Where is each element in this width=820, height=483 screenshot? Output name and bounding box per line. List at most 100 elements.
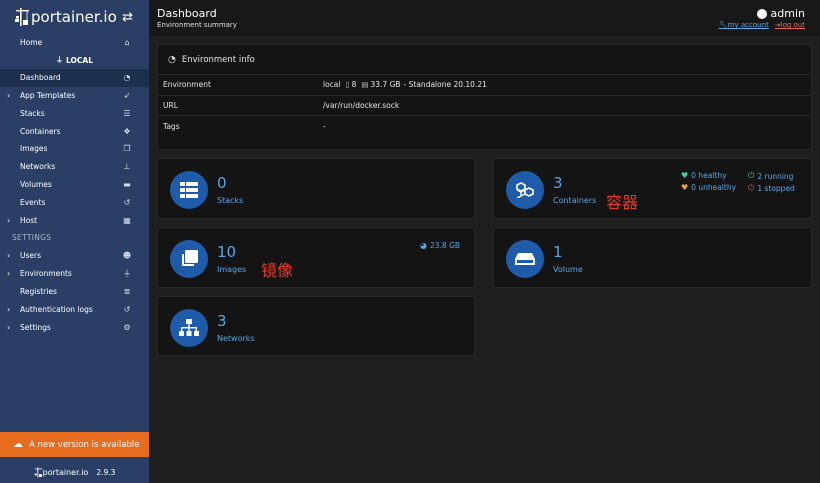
cogs-icon: ⚙ [123, 322, 131, 332]
images-size-stat: ◕ 23.8 GB [420, 241, 461, 250]
stacks-card[interactable]: 0 Stacks [157, 158, 475, 219]
images-label: Images [217, 265, 247, 274]
heartbeat-icon: ♥ [681, 183, 689, 192]
volumes-card[interactable]: 1 Volume [493, 227, 812, 288]
sidebar-item-app-templates[interactable]: › App Templates ➶ [0, 87, 149, 105]
history-icon: ↺ [123, 197, 131, 207]
row-value: local ▯ 8 ▤ 33.7 GB - Standalone 20.10.2… [323, 80, 487, 90]
sidebar-item-volumes[interactable]: Volumes ▬ [0, 176, 149, 194]
sitemap-icon: ⊥ [123, 162, 131, 172]
clone-icon: ❐ [123, 144, 131, 154]
memory-icon: ▤ [361, 80, 369, 90]
sidebar-item-host[interactable]: › Host ▦ [0, 211, 149, 229]
page-subtitle: Environment summary [157, 21, 237, 29]
crane-logo-icon [34, 466, 43, 478]
username: admin [770, 7, 805, 20]
environment-label: ⏚ LOCAL [56, 55, 93, 65]
clone-icon [170, 240, 208, 278]
sidebar-footer: portainer.io 2.9.3 [0, 461, 149, 483]
sidebar-item-stacks[interactable]: Stacks ☰ [0, 104, 149, 122]
dashboard-icon: ◔ [123, 73, 131, 83]
containers-label: Containers [553, 196, 597, 205]
database-icon: ≣ [123, 286, 131, 296]
toggle-sidebar-icon[interactable]: ⇄ [122, 10, 133, 25]
sidebar: portainer.io ⇄ Home ⌂ ⏚ LOCAL Dashboard … [0, 0, 149, 483]
containers-count: 3 [553, 174, 563, 192]
sidebar-item-home[interactable]: Home ⌂ [0, 34, 149, 52]
th-icon: ▦ [123, 215, 131, 225]
page-title: Dashboard [157, 7, 217, 20]
row-key: Environment [163, 80, 211, 90]
networks-card[interactable]: 3 Networks [157, 296, 475, 356]
portainer-logo[interactable]: portainer.io [14, 7, 117, 27]
settings-section-header: SETTINGS [12, 233, 52, 243]
chevron-right-icon: › [7, 269, 11, 279]
sidebar-item-containers[interactable]: Containers ❖ [0, 122, 149, 140]
networks-count: 3 [217, 312, 227, 330]
images-count: 10 [217, 243, 237, 261]
chevron-right-icon: › [7, 251, 11, 261]
panel-header: ◔ Environment info [158, 45, 811, 75]
cloud-download-icon: ☁ [13, 439, 23, 450]
dashboard-icon: ◔ [168, 54, 176, 65]
volumes-label: Volume [553, 265, 583, 274]
images-card[interactable]: 10 Images 镜像 ◕ 23.8 GB [157, 227, 475, 288]
unhealthy-stat: ♥ 0 unhealthy [681, 183, 737, 192]
volumes-count: 1 [553, 243, 563, 261]
containers-card[interactable]: 3 Containers 容器 ♥ 0 healthy ⏻ 2 running … [493, 158, 812, 219]
version-label: 2.9.3 [96, 467, 116, 477]
rocket-icon: ➶ [123, 90, 131, 100]
heartbeat-icon: ♥ [681, 171, 689, 180]
sidebar-item-authentication-logs[interactable]: › Authentication logs ↺ [0, 300, 149, 318]
containers-annotation: 容器 [606, 193, 639, 212]
home-icon: ⌂ [124, 38, 130, 48]
wrench-icon: 🔧︎ [718, 21, 728, 29]
row-value: - [323, 121, 326, 131]
sidebar-item-networks[interactable]: Networks ⊥ [0, 158, 149, 176]
stopped-stat: ⏻ 1 stopped [748, 183, 795, 193]
sidebar-item-users[interactable]: › Users ☻ [0, 247, 149, 265]
chevron-right-icon: › [7, 322, 11, 332]
sidebar-item-label: Home [20, 38, 43, 48]
chevron-right-icon: › [7, 90, 11, 100]
healthy-stat: ♥ 0 healthy [681, 171, 727, 180]
sidebar-item-images[interactable]: Images ❐ [0, 140, 149, 158]
row-key: Tags [163, 121, 180, 131]
environment-info-panel: ◔ Environment info Environment local ▯ 8… [157, 44, 812, 150]
my-account-link[interactable]: 🔧︎my account [719, 21, 769, 29]
user-links: 🔧︎my account ⇥log out [719, 21, 805, 29]
power-icon: ⏻ [748, 171, 755, 180]
hdd-icon [506, 240, 544, 278]
cubes-icon: ❖ [123, 126, 131, 136]
row-key: URL [163, 100, 178, 110]
brand: portainer.io ⇄ [0, 0, 149, 34]
cpu-icon: ▯ [345, 80, 350, 90]
chevron-right-icon: › [7, 215, 11, 225]
history-icon: ↺ [123, 304, 131, 314]
stacks-icon [170, 171, 208, 209]
panel-title: Environment info [181, 54, 255, 65]
log-out-link[interactable]: ⇥log out [775, 21, 805, 29]
sidebar-item-events[interactable]: Events ↺ [0, 193, 149, 211]
crane-logo-icon [15, 8, 29, 26]
plug-icon: ⏚ [56, 56, 63, 65]
sidebar-item-settings[interactable]: › Settings ⚙ [0, 318, 149, 336]
hdd-icon: ▬ [123, 179, 131, 189]
footer-logo-text: portainer.io [42, 467, 89, 477]
sidebar-item-environments[interactable]: › Environments ⏚ [0, 265, 149, 283]
images-annotation: 镜像 [261, 261, 294, 280]
plug-icon: ⏚ [123, 269, 131, 279]
sitemap-icon [170, 309, 208, 347]
pie-chart-icon: ◕ [420, 241, 427, 250]
chevron-right-icon: › [7, 304, 11, 314]
stacks-label: Stacks [217, 196, 244, 205]
top-bar: Dashboard Environment summary admin 🔧︎my… [149, 0, 820, 36]
env-row-tags: Tags - [158, 116, 811, 137]
update-banner[interactable]: ☁ A new version is available [0, 432, 149, 457]
networks-label: Networks [217, 334, 255, 343]
sidebar-item-dashboard[interactable]: Dashboard ◔ [0, 68, 149, 87]
stacks-count: 0 [217, 174, 227, 192]
list-icon: ☰ [123, 108, 131, 118]
sidebar-item-registries[interactable]: Registries ≣ [0, 283, 149, 301]
running-stat: ⏻ 2 running [748, 171, 794, 181]
